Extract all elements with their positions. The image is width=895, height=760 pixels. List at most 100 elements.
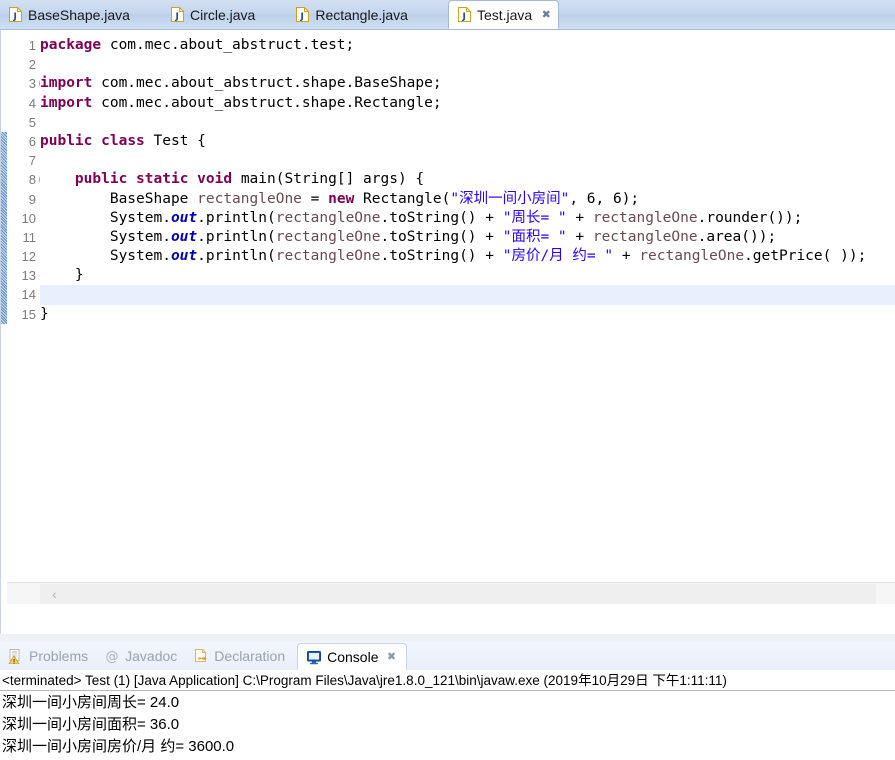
tab-close-icon[interactable]: ✖ — [540, 9, 552, 21]
gutter-line: 11 — [7, 228, 40, 247]
line-number: 12 — [21, 249, 36, 265]
line-number: 14 — [21, 287, 36, 303]
code-token: class — [101, 132, 145, 149]
gutter-line: 8 — [7, 170, 50, 189]
code-token: out — [170, 209, 198, 226]
code-token: .area()); — [697, 228, 777, 245]
code-line[interactable] — [40, 285, 895, 305]
code-token: out — [170, 248, 198, 265]
editor-tab-bar: J BaseShape.java J Circle.java J Rectangle.ja… — [0, 0, 895, 30]
line-number: 7 — [28, 153, 36, 169]
console-process-label: <terminated> Test (1) [Java Application]… — [0, 670, 895, 691]
line-number: 10 — [21, 210, 36, 226]
code-token: System. — [40, 228, 171, 245]
console-icon — [306, 649, 322, 665]
code-token: void — [197, 171, 233, 188]
line-number: 1 — [28, 38, 36, 53]
editor-horizontal-scrollbar[interactable]: ‹ — [7, 582, 895, 604]
view-tab-label: Javadoc — [125, 648, 178, 664]
code-token: rectangleOne — [592, 228, 698, 245]
panel-sash[interactable] — [0, 634, 895, 642]
gutter-line: 12 — [7, 247, 40, 266]
console-output[interactable]: 深圳一间小房间周长= 24.0 深圳一间小房间面积= 36.0 深圳一间小房间房价/… — [0, 692, 895, 760]
console-output-line: 深圳一间小房间周长= 24.0 — [2, 694, 180, 711]
code-token: rectangleOne — [275, 209, 381, 226]
code-token: .println( — [197, 228, 276, 245]
scroll-left-arrow-icon[interactable]: ‹ — [52, 587, 66, 601]
declaration-icon — [193, 648, 209, 664]
code-token: public — [40, 132, 93, 149]
javadoc-icon: @ — [104, 648, 120, 665]
code-line[interactable]: package com.mec.about_abstruct.test; — [40, 36, 895, 55]
current-line-highlight — [40, 285, 895, 305]
code-line[interactable]: System.out.println(rectangleOne.toString… — [40, 247, 895, 266]
code-token: "深圳一间小房间" — [450, 190, 570, 207]
code-line[interactable]: import com.mec.about_abstruct.shape.Base… — [40, 74, 895, 93]
editor-tab-rectangle-java[interactable]: J Rectangle.java — [287, 0, 418, 29]
code-text-area[interactable]: package com.mec.about_abstruct.test;impo… — [40, 30, 895, 612]
code-line[interactable]: System.out.println(rectangleOne.toString… — [40, 228, 895, 247]
view-tab-problems[interactable]: Problems — [0, 643, 96, 669]
code-token: rectangleOne — [639, 248, 745, 265]
editor-tab-test-java[interactable]: J Test.java ✖ — [447, 0, 560, 29]
gutter-line: 2 — [7, 55, 40, 74]
code-token: Test { — [144, 132, 206, 149]
view-tab-console[interactable]: Console ✖ — [297, 642, 407, 670]
code-token: .getPrice( )); — [744, 248, 867, 265]
code-line[interactable] — [40, 151, 895, 170]
code-line[interactable] — [40, 113, 895, 132]
code-token: Rectangle( — [354, 190, 451, 207]
java-file-icon: J — [296, 7, 310, 22]
code-token: import — [40, 94, 93, 111]
line-number: 5 — [28, 114, 36, 130]
bottom-panel: Problems @ Javadoc Declaration Console ✖ <ter… — [0, 642, 895, 760]
console-output-line: 深圳一间小房间面积= 36.0 — [2, 716, 180, 733]
editor-tab-circle-java[interactable]: J Circle.java — [162, 0, 265, 29]
code-token: .toString() + — [380, 209, 503, 226]
svg-text:J: J — [174, 12, 178, 22]
scrollbar-thumb[interactable] — [40, 584, 876, 604]
view-tab-close-icon[interactable]: ✖ — [386, 650, 398, 663]
svg-text:J: J — [461, 12, 465, 22]
code-line[interactable]: System.out.println(rectangleOne.toString… — [40, 209, 895, 228]
code-token: + — [566, 228, 593, 245]
code-token: .rounder()); — [697, 209, 803, 226]
line-number: 11 — [22, 229, 37, 245]
code-token: rectangleOne — [275, 248, 381, 265]
code-line[interactable]: BaseShape rectangleOne = new Rectangle("… — [40, 190, 895, 209]
code-line[interactable]: public static void main(String[] args) { — [40, 170, 895, 189]
java-file-icon: J — [457, 7, 471, 22]
code-token: com.mec.about_abstruct.test; — [101, 37, 355, 53]
view-tab-declaration[interactable]: Declaration — [185, 643, 293, 669]
code-line[interactable]: } — [40, 266, 895, 285]
view-tab-label: Declaration — [214, 648, 286, 664]
editor-tab-baseshape-java[interactable]: J BaseShape.java — [0, 0, 140, 29]
code-token: rectangleOne — [275, 228, 381, 245]
code-line[interactable] — [40, 55, 895, 74]
code-token: public — [74, 171, 128, 188]
svg-text:J: J — [13, 12, 17, 22]
code-line[interactable]: public class Test { — [40, 132, 895, 151]
editor-left-border — [0, 30, 1, 634]
line-number: 3 — [28, 76, 36, 92]
code-token: "房价/月 约= " — [502, 248, 614, 265]
code-token: rectangleOne — [592, 209, 698, 226]
line-number: 13 — [21, 268, 36, 284]
line-number: 15 — [21, 306, 36, 322]
java-file-icon: J — [170, 7, 184, 22]
code-line[interactable]: } — [40, 305, 895, 324]
view-tab-javadoc[interactable]: @ Javadoc — [96, 643, 185, 669]
code-token: = — [301, 190, 329, 207]
code-token: new — [328, 190, 355, 207]
view-tab-label: Problems — [29, 648, 89, 664]
editor-tab-label: Test.java — [476, 6, 533, 23]
code-editor[interactable]: 1 2 3 4 5 6 7 8 9 10 11 12 13 14 15 package com.mec.ab… — [0, 30, 895, 612]
svg-text:@: @ — [106, 650, 119, 665]
code-token: static — [136, 171, 189, 188]
code-line[interactable]: import com.mec.about_abstruct.shape.Rect… — [40, 94, 895, 113]
change-bar — [0, 30, 7, 612]
